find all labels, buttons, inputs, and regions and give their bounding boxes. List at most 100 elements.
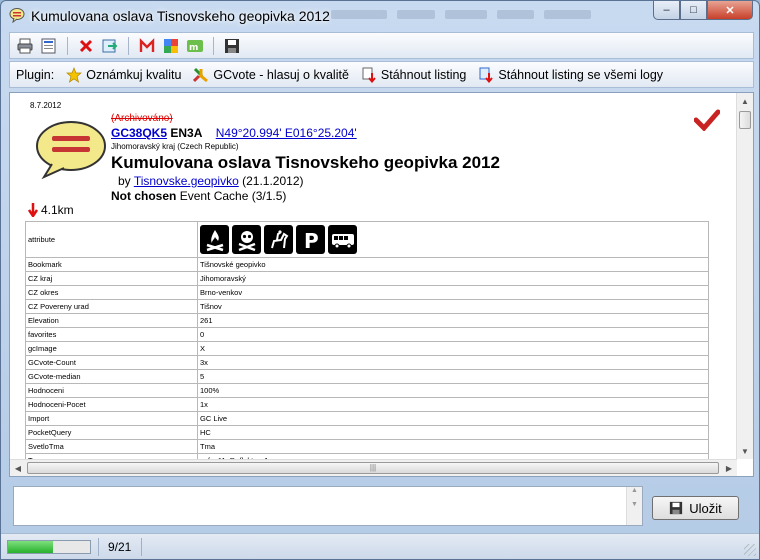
gcvote-icon [193,67,209,83]
download-icon [361,67,377,83]
parking-icon: P [296,225,325,254]
attribute-value: 5 [197,369,709,384]
progress-fill [8,541,54,553]
delete-icon[interactable] [76,36,96,56]
plugin-download-listing[interactable]: Stáhnout listing [361,67,466,83]
attribute-key: attribute [25,221,198,258]
table-row: Elevation 261 [25,313,709,328]
attribute-key: CZ kraj [25,271,198,286]
vertical-scrollbar[interactable]: ▲ ▼ [736,93,753,459]
plugin-rate-quality[interactable]: Oznámkuj kvalitu [66,66,181,83]
cache-byline: by Tisnovske.geopivko (21.1.2012) [118,174,304,188]
title-bar[interactable]: Kumulovana oslava Tisnovskeho geopivka 2… [1,1,759,31]
window-title: Kumulovana oslava Tisnovskeho geopivka 2… [31,8,330,24]
horizontal-scroll-thumb[interactable]: ||| [27,462,719,474]
not-chosen-label: Not chosen [111,189,177,203]
table-row: Hodnoceni-Pocet 1x [25,397,709,412]
export-icon[interactable] [100,36,120,56]
scroll-up-icon[interactable]: ▲ [737,93,753,109]
attribute-key: gcImage [25,341,198,356]
table-row: CZ Povereny urad Tišnov [25,299,709,314]
table-row: GCvote-Count 3x [25,355,709,370]
google-icon[interactable] [161,36,181,56]
attribute-value: 3x [197,355,709,370]
scroll-left-icon[interactable]: ◀ [10,460,26,476]
plugin-gcvote[interactable]: GCvote - hlasuj o kvalitě [193,67,349,83]
status-bar: 9/21 [1,533,759,559]
app-icon [9,8,25,23]
coordinates-link[interactable]: N49°20.994' E016°25.204' [216,126,357,140]
table-row: GCvote-median 5 [25,369,709,384]
main-toolbar: m [9,32,754,59]
table-row: SvetloTma Tma [25,439,709,454]
save-button[interactable]: Uložit [652,496,739,520]
gmail-icon[interactable] [137,36,157,56]
attribute-value: GC Live [197,411,709,426]
attribute-value: 100% [197,383,709,398]
plugin-label: Plugin: [16,67,55,82]
vertical-scroll-thumb[interactable] [739,111,751,129]
print-icon[interactable] [15,36,35,56]
attribute-key: PocketQuery [25,425,198,440]
svg-text:m: m [189,43,198,53]
archived-label: (Archivováno) [111,113,173,124]
maximize-button[interactable]: □ [680,1,707,20]
table-row: favorites 0 [25,327,709,342]
cache-region: Jihomoravský kraj (Czech Republic) [111,142,239,151]
attribute-key: favorites [25,327,198,342]
direction-arrow-icon [28,203,38,217]
table-row: Bookmark Tišnovské geopivko [25,257,709,272]
attribute-value: 1x [197,397,709,412]
plugin-toolbar: Plugin: Oznámkuj kvalitu GCvote - hlasuj… [9,61,754,88]
attributes-table: attribute P Bookmark Tišnovské geopivko … [25,221,709,468]
table-row: Import GC Live [25,411,709,426]
by-prefix: by [118,174,131,188]
found-check-icon [694,109,720,131]
plugin-download-all-logs[interactable]: Stáhnout listing se všemi logy [478,67,663,83]
resize-grip[interactable] [744,544,756,556]
star-icon [66,66,83,83]
plugin-gcvote-label: GCvote - hlasuj o kvalitě [213,67,349,82]
minimize-button[interactable]: – [653,1,680,20]
save-icon[interactable] [222,36,242,56]
app-window: Kumulovana oslava Tisnovskeho geopivka 2… [0,0,760,560]
status-counter: 9/21 [108,540,132,554]
campfire-icon [200,225,229,254]
distance: 4.1km [28,203,74,217]
date-placed: (21.1.2012) [242,174,304,188]
scroll-down-icon[interactable]: ▼ [737,443,753,459]
table-row: PocketQuery HC [25,425,709,440]
print-preview-icon[interactable] [39,36,59,56]
horizontal-scrollbar[interactable]: ◀ ||| ▶ [10,459,737,476]
cache-type: Event Cache (3/1.5) [179,189,287,203]
author-link[interactable]: Tisnovske.geopivko [134,174,239,188]
attribute-key: GCvote-median [25,369,198,384]
cache-code-line: GC38QK5 EN3A N49°20.994' E016°25.204' [111,126,357,140]
poison-icon [232,225,261,254]
toolbar-separator [67,36,68,55]
attribute-key: Hodnoceni [25,383,198,398]
notes-input[interactable] [13,486,643,526]
horse-icon [264,225,293,254]
cache-detail-panel[interactable]: 8.7.2012 (Archivováno) GC38QK5 EN3A N49°… [9,92,754,477]
close-button[interactable]: ✕ [707,1,753,20]
attribute-key: SvetloTma [25,439,198,454]
table-row: Hodnoceni 100% [25,383,709,398]
cache-code-link[interactable]: GC38QK5 [111,126,167,140]
scroll-right-icon[interactable]: ▶ [721,460,737,476]
attribute-key: Elevation [25,313,198,328]
table-row: CZ okres Brno-venkov [25,285,709,300]
toolbar-separator [128,36,129,55]
attribute-value: Brno-venkov [197,285,709,300]
table-row: CZ kraj Jihomoravský [25,271,709,286]
toolbar-separator [213,36,214,55]
map-icon[interactable]: m [185,36,205,56]
attribute-value: Jihomoravský [197,271,709,286]
svg-text:P: P [304,229,319,252]
status-separator [141,538,142,556]
attribute-value: Tma [197,439,709,454]
owner-code: EN3A [170,126,203,140]
attribute-key: Import [25,411,198,426]
attribute-value: X [197,341,709,356]
plugin-download-listing-label: Stáhnout listing [380,67,467,82]
